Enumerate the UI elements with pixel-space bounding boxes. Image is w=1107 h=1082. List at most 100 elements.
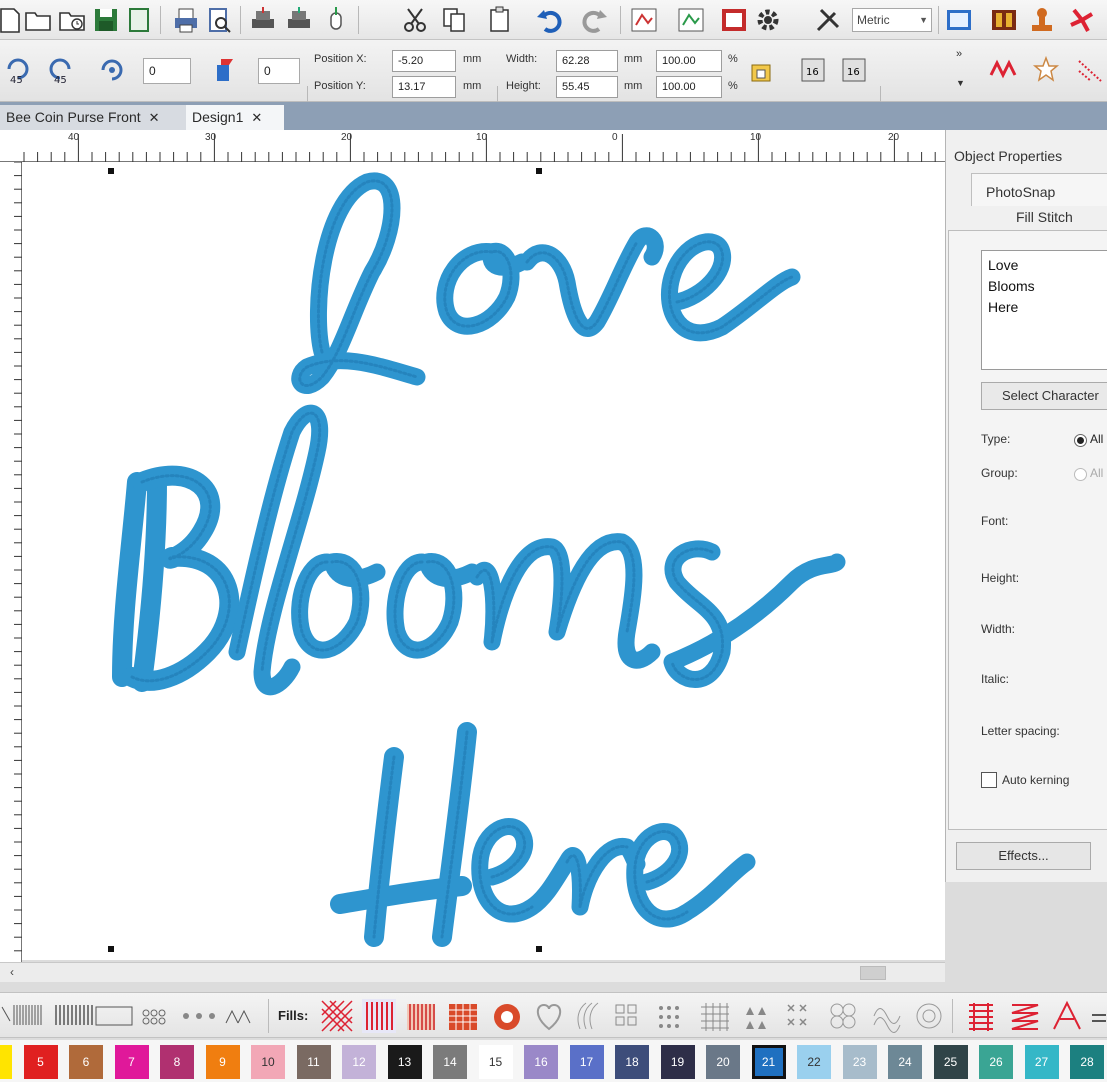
save-icon[interactable] bbox=[90, 4, 122, 36]
color-swatch[interactable]: 8 bbox=[160, 1045, 194, 1079]
rotate-freehand-icon[interactable] bbox=[96, 54, 128, 86]
color-swatch[interactable]: 28 bbox=[1070, 1045, 1104, 1079]
paste-icon[interactable] bbox=[485, 4, 517, 36]
fill-triangles-icon[interactable] bbox=[742, 999, 776, 1033]
fill-dots-icon[interactable] bbox=[654, 999, 688, 1033]
cut-icon[interactable] bbox=[399, 4, 431, 36]
overflow-dropdown-icon[interactable]: ▼ bbox=[956, 78, 965, 88]
tab-photosnap-label[interactable]: PhotoSnap bbox=[986, 184, 1055, 200]
color-swatch[interactable] bbox=[0, 1045, 12, 1079]
horizontal-scrollbar[interactable]: ‹ bbox=[0, 962, 945, 982]
width-percent-field[interactable]: 100.00 bbox=[656, 50, 722, 72]
color-swatch[interactable]: 6 bbox=[69, 1045, 103, 1079]
height-field[interactable]: 55.45 bbox=[556, 76, 618, 98]
hoop-16-alt-icon[interactable]: 16 bbox=[838, 54, 870, 86]
tab-bee-coin-purse-front[interactable]: Bee Coin Purse Front ✕ bbox=[0, 105, 186, 130]
color-swatch[interactable]: 7 bbox=[114, 1045, 149, 1079]
color-swatch[interactable]: 20 bbox=[706, 1045, 740, 1079]
fill-crosshatch-icon[interactable] bbox=[320, 999, 354, 1033]
fill-radial-icon[interactable] bbox=[490, 999, 524, 1033]
tools-icon[interactable] bbox=[812, 4, 844, 36]
color-swatch[interactable]: 18 bbox=[615, 1045, 649, 1079]
select-characters-button[interactable]: Select Character bbox=[981, 382, 1107, 410]
design-wizard-icon[interactable] bbox=[675, 4, 707, 36]
color-swatch[interactable]: 12 bbox=[342, 1045, 376, 1079]
save-as-icon[interactable] bbox=[123, 4, 155, 36]
color-swatch[interactable]: 13 bbox=[387, 1045, 422, 1079]
fill-satin-dense-icon[interactable] bbox=[404, 999, 438, 1033]
rotate-cw-45-icon[interactable]: 45 bbox=[44, 54, 76, 86]
color-swatch[interactable]: 24 bbox=[888, 1045, 922, 1079]
properties-icon[interactable] bbox=[718, 4, 750, 36]
units-select[interactable]: Metric ▼ bbox=[852, 8, 932, 32]
fill-satin-vertical-icon[interactable] bbox=[362, 999, 396, 1033]
slant-icon[interactable] bbox=[208, 54, 240, 86]
color-swatch[interactable]: 14 bbox=[433, 1045, 467, 1079]
color-swatch[interactable]: 9 bbox=[205, 1045, 240, 1079]
filmstrip-icon[interactable] bbox=[988, 4, 1020, 36]
stitch-zigzag-icon[interactable] bbox=[987, 54, 1019, 86]
fill-contour-icon[interactable] bbox=[572, 999, 606, 1033]
fill-pattern-squares-icon[interactable] bbox=[612, 999, 646, 1033]
height-percent-field[interactable]: 100.00 bbox=[656, 76, 722, 98]
close-tab-icon[interactable]: ✕ bbox=[251, 110, 262, 125]
copy-icon[interactable] bbox=[438, 4, 470, 36]
overflow-chevron-icon[interactable]: » bbox=[956, 48, 962, 60]
stitch-triangle-icon[interactable] bbox=[1050, 999, 1084, 1033]
color-swatch[interactable]: 27 bbox=[1024, 1045, 1059, 1079]
view-design-icon[interactable] bbox=[943, 4, 975, 36]
proportional-lock-icon[interactable] bbox=[745, 54, 777, 86]
open-folder-icon[interactable] bbox=[22, 4, 54, 36]
color-swatch[interactable]: 5 bbox=[23, 1045, 58, 1079]
open-recent-icon[interactable] bbox=[56, 4, 88, 36]
usb-icon[interactable] bbox=[320, 4, 352, 36]
redo-icon[interactable] bbox=[578, 4, 610, 36]
scroll-left-arrow-icon[interactable]: ‹ bbox=[10, 965, 14, 979]
send-to-machine-icon[interactable] bbox=[247, 4, 279, 36]
settings-gear-icon[interactable] bbox=[752, 4, 784, 36]
fill-lace-icon[interactable] bbox=[826, 999, 860, 1033]
design-select-icon[interactable] bbox=[628, 4, 660, 36]
undo-icon[interactable] bbox=[534, 4, 566, 36]
stamp-icon[interactable] bbox=[1026, 4, 1058, 36]
color-swatch[interactable]: 10 bbox=[251, 1045, 285, 1079]
slant-angle-input[interactable]: 0 bbox=[258, 58, 300, 84]
close-tab-icon[interactable]: ✕ bbox=[149, 110, 160, 125]
fill-crosses-icon[interactable] bbox=[784, 999, 818, 1033]
color-swatch[interactable]: 19 bbox=[660, 1045, 695, 1079]
pinwheel-icon[interactable] bbox=[1066, 4, 1098, 36]
color-swatch[interactable]: 16 bbox=[524, 1045, 558, 1079]
design-canvas[interactable] bbox=[22, 162, 945, 960]
color-swatch[interactable]: 22 bbox=[797, 1045, 831, 1079]
fill-motif-icon[interactable] bbox=[870, 999, 904, 1033]
effects-button[interactable]: Effects... bbox=[956, 842, 1091, 870]
color-swatch[interactable]: 17 bbox=[569, 1045, 604, 1079]
fill-grid-icon[interactable] bbox=[698, 999, 732, 1033]
scroll-thumb[interactable] bbox=[860, 966, 886, 980]
stitch-zigzag-fill-icon[interactable] bbox=[1008, 999, 1042, 1033]
color-swatch[interactable]: 25 bbox=[933, 1045, 968, 1079]
type-all-radio[interactable] bbox=[1074, 434, 1087, 447]
star-shape-icon[interactable] bbox=[1030, 54, 1062, 86]
text-entry-box[interactable]: Love Blooms Here bbox=[981, 250, 1107, 370]
width-field[interactable]: 62.28 bbox=[556, 50, 618, 72]
fill-weave-icon[interactable] bbox=[446, 999, 480, 1033]
rotate-ccw-45-icon[interactable]: 45 bbox=[2, 54, 34, 86]
position-x-field[interactable]: -5.20 bbox=[392, 50, 456, 72]
rotate-angle-input[interactable]: 0 bbox=[143, 58, 191, 84]
tab-design1[interactable]: Design1 ✕ bbox=[186, 105, 284, 130]
hoop-16-icon[interactable]: 16 bbox=[797, 54, 829, 86]
more-icon[interactable] bbox=[1090, 999, 1107, 1033]
fill-swirl-icon[interactable] bbox=[912, 999, 946, 1033]
print-preview-icon[interactable] bbox=[203, 4, 235, 36]
fill-heart-icon[interactable] bbox=[532, 999, 566, 1033]
position-y-field[interactable]: 13.17 bbox=[392, 76, 456, 98]
print-icon[interactable] bbox=[170, 4, 202, 36]
stitch-satin-column-icon[interactable] bbox=[964, 999, 998, 1033]
color-swatch[interactable]: 11 bbox=[296, 1045, 331, 1079]
color-swatch[interactable]: 23 bbox=[842, 1045, 877, 1079]
pattern-run-icon[interactable] bbox=[1074, 54, 1106, 86]
write-to-card-icon[interactable] bbox=[283, 4, 315, 36]
color-swatch[interactable]: 26 bbox=[979, 1045, 1013, 1079]
tab-fill-stitch[interactable]: Fill Stitch bbox=[1016, 209, 1073, 225]
